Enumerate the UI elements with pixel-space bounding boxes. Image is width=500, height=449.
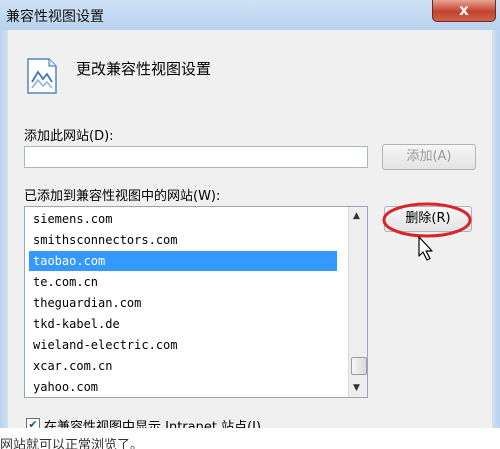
add-button[interactable]: 添加(A) [382, 144, 476, 170]
compatibility-view-dialog: 兼容性视图设置 x 更改兼容性视图设置 添加此网站(D): 添加(A) 已添加到… [0, 0, 500, 449]
list-item[interactable]: xcar.com.cn [29, 356, 337, 376]
mouse-cursor-icon [418, 236, 433, 261]
add-site-input[interactable] [24, 146, 368, 168]
list-item[interactable]: wieland-electric.com [29, 335, 337, 355]
dialog-heading: 更改兼容性视图设置 [76, 60, 212, 78]
list-scrollbar[interactable]: ▲ ▼ [348, 207, 367, 397]
highlight-ring [382, 202, 472, 238]
list-item[interactable]: yahoo.com [29, 377, 337, 397]
list-item[interactable]: siemens.com [29, 209, 337, 229]
add-site-label: 添加此网站(D): [24, 129, 114, 144]
window-frame-left [0, 30, 8, 449]
list-item[interactable]: smithsconnectors.com [29, 230, 337, 250]
window-title: 兼容性视图设置 [6, 9, 104, 25]
scroll-thumb[interactable] [351, 357, 367, 375]
close-button[interactable]: x [432, 0, 496, 22]
scroll-up-icon[interactable]: ▲ [353, 211, 360, 221]
list-item-selected[interactable]: taobao.com [29, 251, 337, 271]
caption-text: 网站就可以正常浏览了。 [0, 438, 144, 449]
scroll-down-icon[interactable]: ▼ [353, 383, 360, 393]
title-bar[interactable]: 兼容性视图设置 x [0, 0, 500, 30]
close-icon: x [459, 1, 469, 19]
document-chart-icon [27, 58, 57, 94]
added-sites-label: 已添加到兼容性视图中的网站(W): [24, 189, 221, 204]
site-list[interactable]: siemens.com smithsconnectors.com taobao.… [24, 206, 368, 398]
list-item[interactable]: theguardian.com [29, 293, 337, 313]
window-frame-right [492, 30, 500, 449]
list-item[interactable]: tkd-kabel.de [29, 314, 337, 334]
list-item[interactable]: te.com.cn [29, 272, 337, 292]
